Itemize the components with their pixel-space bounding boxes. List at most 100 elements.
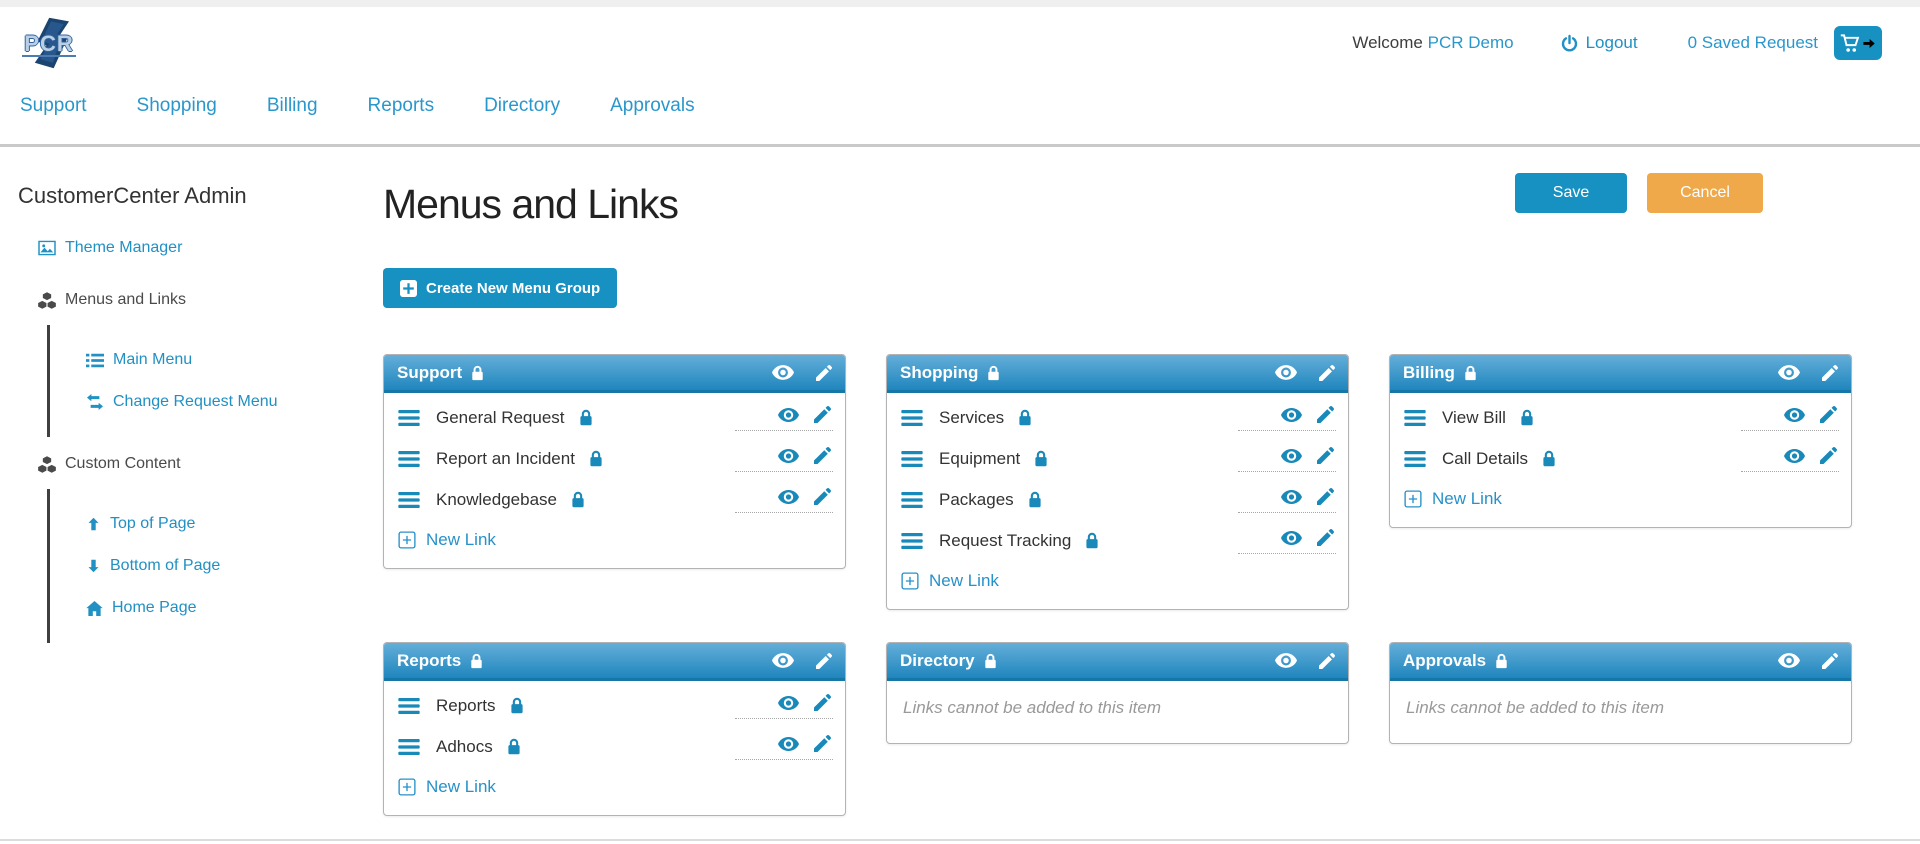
drag-handle-icon[interactable] xyxy=(1404,410,1426,426)
lock-icon xyxy=(589,450,603,467)
menu-group-shopping: Shopping Services xyxy=(886,354,1349,610)
list-icon xyxy=(86,353,104,368)
lock-icon xyxy=(1028,491,1042,508)
pencil-icon[interactable] xyxy=(814,694,831,711)
nav-approvals[interactable]: Approvals xyxy=(610,95,695,117)
sidebar-item-change-request-menu[interactable]: Change Request Menu xyxy=(86,393,383,411)
menu-group-support: Support General Request xyxy=(383,354,846,569)
empty-message: Links cannot be added to this item xyxy=(1404,685,1839,735)
save-button[interactable]: Save xyxy=(1515,173,1627,213)
plus-square-outline-icon xyxy=(901,572,919,590)
pencil-icon[interactable] xyxy=(1820,406,1837,423)
nav-directory[interactable]: Directory xyxy=(484,95,560,117)
top-strip xyxy=(0,0,1920,7)
pencil-icon[interactable] xyxy=(1317,529,1334,546)
panel-body: Services Equipment xyxy=(887,393,1348,609)
drag-handle-icon[interactable] xyxy=(398,698,420,714)
eye-icon[interactable] xyxy=(1281,449,1302,463)
eye-icon[interactable] xyxy=(1778,653,1800,668)
company-logo[interactable]: PCR xyxy=(18,15,80,71)
eye-icon[interactable] xyxy=(1275,365,1297,380)
pencil-icon[interactable] xyxy=(816,653,832,669)
eye-icon[interactable] xyxy=(1281,408,1302,422)
eye-icon[interactable] xyxy=(772,365,794,380)
nav-billing[interactable]: Billing xyxy=(267,95,318,117)
pencil-icon[interactable] xyxy=(814,447,831,464)
panel-header: Shopping xyxy=(887,355,1348,393)
menu-item-row: Adhocs xyxy=(398,726,833,767)
eye-icon[interactable] xyxy=(778,696,799,710)
cubes-icon xyxy=(38,456,56,473)
new-link-button[interactable]: New Link xyxy=(398,767,833,807)
cart-button[interactable] xyxy=(1834,26,1882,60)
sidebar-item-home-page[interactable]: Home Page xyxy=(86,599,383,617)
sidebar-item-label: Home Page xyxy=(112,599,197,617)
menu-item-label: Report an Incident xyxy=(436,449,575,469)
logo-underline xyxy=(22,55,76,57)
panel-header: Support xyxy=(384,355,845,393)
menu-item-row: Report an Incident xyxy=(398,438,833,479)
new-link-button[interactable]: New Link xyxy=(1404,479,1839,519)
pencil-icon[interactable] xyxy=(1317,488,1334,505)
drag-handle-icon[interactable] xyxy=(398,410,420,426)
menu-item-label: Adhocs xyxy=(436,737,493,757)
empty-message: Links cannot be added to this item xyxy=(901,685,1336,735)
eye-icon[interactable] xyxy=(778,449,799,463)
eye-icon[interactable] xyxy=(1784,449,1805,463)
create-new-menu-group-button[interactable]: Create New Menu Group xyxy=(383,268,617,308)
sidebar-item-theme-manager[interactable]: Theme Manager xyxy=(38,239,383,257)
username-link[interactable]: PCR Demo xyxy=(1428,33,1514,52)
header: PCR Welcome PCR Demo Logout 0 Saved Requ… xyxy=(0,7,1920,71)
power-icon xyxy=(1560,34,1579,53)
drag-handle-icon[interactable] xyxy=(901,410,923,426)
pencil-icon[interactable] xyxy=(1317,406,1334,423)
panel-title: Support xyxy=(397,363,462,383)
logout-button[interactable]: Logout xyxy=(1560,33,1638,53)
panel-body: Links cannot be added to this item xyxy=(887,681,1348,743)
eye-icon[interactable] xyxy=(772,653,794,668)
panel-title: Reports xyxy=(397,651,461,671)
drag-handle-icon[interactable] xyxy=(901,451,923,467)
eye-icon[interactable] xyxy=(778,490,799,504)
sidebar-item-bottom-of-page[interactable]: Bottom of Page xyxy=(86,557,383,575)
nav-shopping[interactable]: Shopping xyxy=(137,95,217,117)
pencil-icon[interactable] xyxy=(1822,653,1838,669)
menu-item-label: Equipment xyxy=(939,449,1020,469)
pencil-icon[interactable] xyxy=(1820,447,1837,464)
sidebar-item-main-menu[interactable]: Main Menu xyxy=(86,351,383,369)
new-link-button[interactable]: New Link xyxy=(901,561,1336,601)
nav-support[interactable]: Support xyxy=(20,95,87,117)
pencil-icon[interactable] xyxy=(1319,365,1335,381)
panel-header: Approvals xyxy=(1390,643,1851,681)
eye-icon[interactable] xyxy=(778,737,799,751)
new-link-button[interactable]: New Link xyxy=(398,520,833,560)
pencil-icon[interactable] xyxy=(814,406,831,423)
content-layout: CustomerCenter Admin Theme Manager Menus… xyxy=(0,147,1920,827)
drag-handle-icon[interactable] xyxy=(398,451,420,467)
welcome-label: Welcome xyxy=(1352,33,1423,52)
eye-icon[interactable] xyxy=(1778,365,1800,380)
pencil-icon[interactable] xyxy=(1319,653,1335,669)
pencil-icon[interactable] xyxy=(1317,447,1334,464)
drag-handle-icon[interactable] xyxy=(1404,451,1426,467)
cancel-button[interactable]: Cancel xyxy=(1647,173,1763,213)
drag-handle-icon[interactable] xyxy=(901,533,923,549)
pencil-icon[interactable] xyxy=(814,488,831,505)
panel-header: Billing xyxy=(1390,355,1851,393)
saved-requests-link[interactable]: 0 Saved Request xyxy=(1688,33,1818,53)
pencil-icon[interactable] xyxy=(814,735,831,752)
new-link-label: New Link xyxy=(1432,489,1502,509)
drag-handle-icon[interactable] xyxy=(398,739,420,755)
eye-icon[interactable] xyxy=(1784,408,1805,422)
pencil-icon[interactable] xyxy=(1822,365,1838,381)
nav-reports[interactable]: Reports xyxy=(368,95,435,117)
drag-handle-icon[interactable] xyxy=(398,492,420,508)
eye-icon[interactable] xyxy=(1281,531,1302,545)
drag-handle-icon[interactable] xyxy=(901,492,923,508)
eye-icon[interactable] xyxy=(1275,653,1297,668)
eye-icon[interactable] xyxy=(1281,490,1302,504)
pencil-icon[interactable] xyxy=(816,365,832,381)
eye-icon[interactable] xyxy=(778,408,799,422)
panel-title: Billing xyxy=(1403,363,1455,383)
sidebar-item-top-of-page[interactable]: Top of Page xyxy=(86,515,383,533)
